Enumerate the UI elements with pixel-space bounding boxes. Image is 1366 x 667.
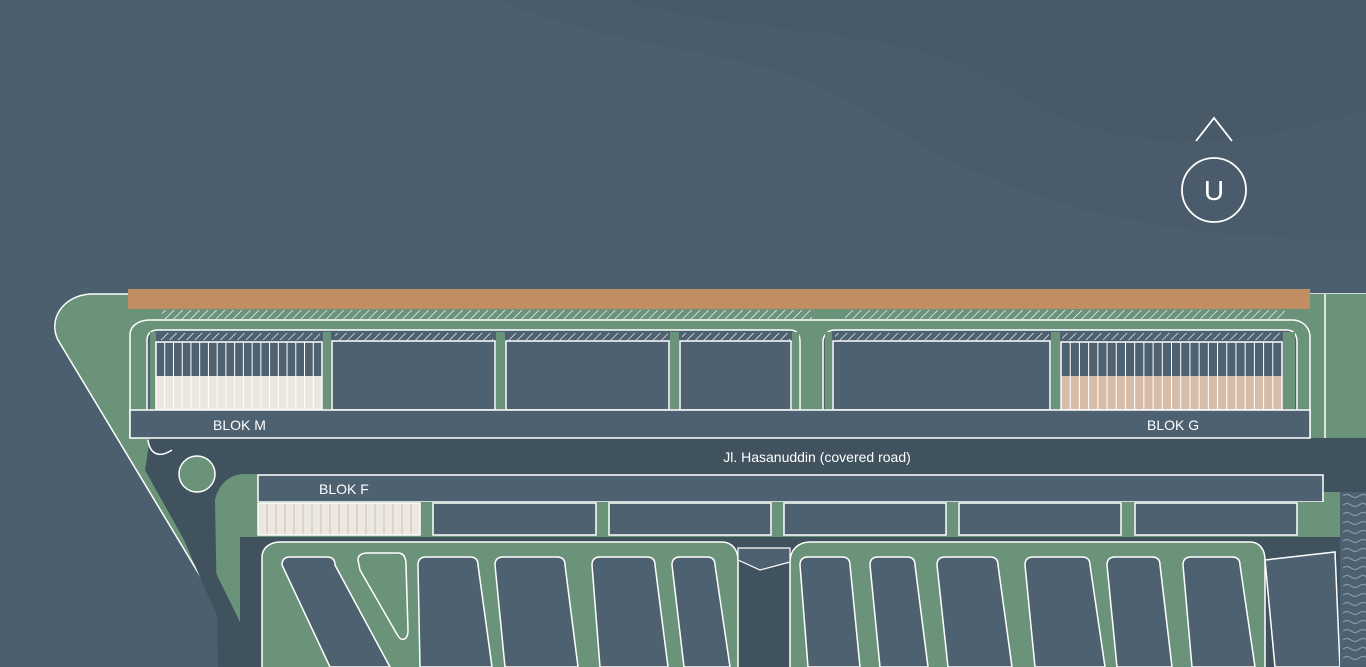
building-block[interactable] xyxy=(331,340,496,411)
divider xyxy=(1051,332,1060,410)
divider xyxy=(323,332,331,410)
highlight-strip xyxy=(128,289,1310,309)
road-label: Jl. Hasanuddin (covered road) xyxy=(723,449,911,465)
divider xyxy=(150,332,156,410)
blok-m-units[interactable] xyxy=(155,341,323,411)
green-corridor-east xyxy=(1310,294,1366,438)
building-block[interactable] xyxy=(679,340,792,411)
building-block[interactable] xyxy=(432,502,597,536)
hatch-band xyxy=(335,333,493,340)
hatch-band xyxy=(1062,333,1280,340)
hatch-strip-east xyxy=(845,310,1285,319)
divider xyxy=(670,332,679,410)
lot[interactable] xyxy=(799,556,861,667)
compass-letter: U xyxy=(1204,175,1224,206)
site-plan-map: BLOK M BLOK G Jl. Hasanuddin (covered ro… xyxy=(0,0,1366,667)
building-block[interactable] xyxy=(958,502,1122,536)
hatch-band xyxy=(508,333,668,340)
blok-g-units[interactable] xyxy=(1060,341,1283,411)
hatch-band xyxy=(160,333,320,340)
lot[interactable] xyxy=(591,556,669,667)
building-block[interactable] xyxy=(832,340,1051,411)
blok-g-label[interactable]: BLOK G xyxy=(1147,417,1199,433)
divider xyxy=(825,332,832,410)
divider xyxy=(792,332,799,410)
blok-m-label[interactable]: BLOK M xyxy=(213,417,266,433)
divider xyxy=(1283,332,1295,410)
unit-upper xyxy=(156,342,322,376)
divider xyxy=(496,332,505,410)
building-block[interactable] xyxy=(505,340,670,411)
blok-f-units[interactable] xyxy=(257,502,421,536)
lot[interactable] xyxy=(494,556,579,667)
building-block[interactable] xyxy=(1134,502,1298,536)
upper-label-bar xyxy=(129,409,1311,439)
lot-east-edge[interactable] xyxy=(1264,551,1341,667)
blok-f-label[interactable]: BLOK F xyxy=(319,481,369,497)
hatch-band xyxy=(835,333,1049,340)
building-block[interactable] xyxy=(608,502,772,536)
roundabout xyxy=(178,455,216,493)
blok-f-bar xyxy=(257,474,1324,503)
hatch-band xyxy=(682,333,790,340)
building-block[interactable] xyxy=(783,502,947,536)
hatch-strip-west xyxy=(162,310,812,319)
unit-lower xyxy=(156,376,322,410)
